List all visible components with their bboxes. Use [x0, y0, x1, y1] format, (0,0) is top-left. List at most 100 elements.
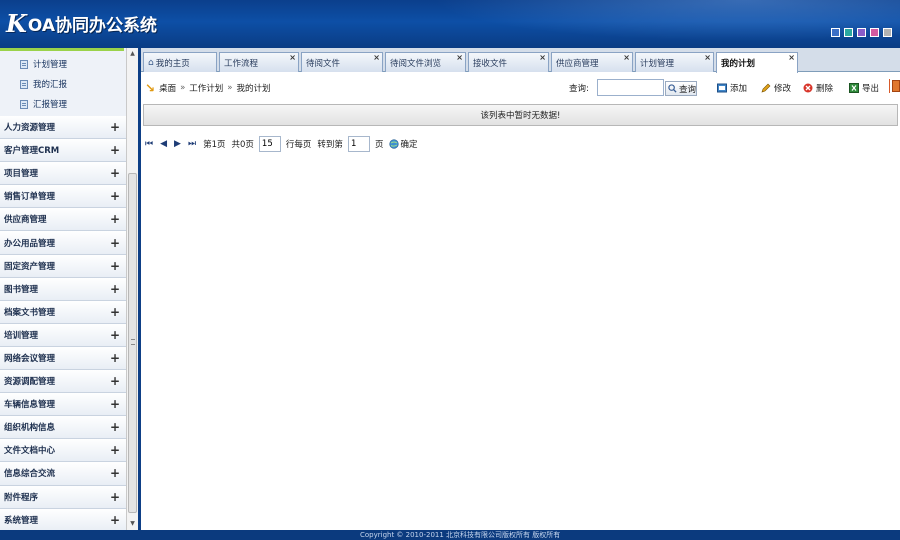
expand-plus-icon[interactable]: + [110, 329, 120, 341]
tab-close-icon[interactable]: × [373, 53, 380, 62]
sidebar-menu-item[interactable]: 销售订单管理 + [0, 185, 126, 209]
scrollbar-thumb[interactable] [128, 173, 137, 513]
tab[interactable]: 供应商管理 × [551, 52, 633, 72]
sidebar-menu-label: 文件文档中心 [4, 446, 56, 457]
confirm-goto-button[interactable]: 确定 [389, 138, 417, 150]
breadcrumb-separator: » [180, 83, 186, 93]
sidebar-menu-label: 系统管理 [4, 515, 39, 526]
sidebar-menu-item[interactable]: 车辆信息管理 + [0, 393, 126, 417]
document-icon [20, 99, 28, 109]
breadcrumb-arrow-icon: ↘ [145, 81, 156, 95]
sidebar-menu-item[interactable]: 信息综合交流 + [0, 462, 126, 486]
theme-swatch[interactable] [844, 28, 853, 37]
expand-plus-icon[interactable]: + [110, 444, 120, 456]
tab-close-icon[interactable]: × [788, 53, 795, 62]
sidebar-menu-item[interactable]: 档案文书管理 + [0, 300, 126, 324]
header-glow [380, 0, 900, 48]
pagination: ⏮ ◀ ▶ ⏭ 第1页 共0页 行每页 转到第 页 确定 [145, 135, 417, 153]
sidebar-menu-item[interactable]: 供应商管理 + [0, 208, 126, 232]
scroll-up-arrow-icon[interactable]: ▲ [127, 48, 138, 59]
sidebar-subitem[interactable]: 汇报管理 [0, 94, 124, 114]
tab[interactable]: 我的计划 × [716, 52, 798, 73]
expand-plus-icon[interactable]: + [110, 398, 120, 410]
sidebar-menu-item[interactable]: 图书管理 + [0, 277, 126, 301]
sidebar-scrollbar[interactable]: ▲ ▼ [126, 48, 138, 530]
search-button[interactable]: 查询 [665, 81, 697, 96]
first-page-icon[interactable]: ⏮ [145, 139, 153, 149]
delete-button[interactable]: 删除 [803, 82, 833, 94]
tab[interactable]: 待阅文件浏览 × [385, 52, 466, 72]
globe-icon [389, 139, 400, 149]
breadcrumb-item-desktop[interactable]: 桌面 [159, 82, 176, 94]
goto-page-input[interactable] [347, 136, 370, 152]
theme-swatch[interactable] [857, 28, 866, 37]
sidebar-menu-item[interactable]: 附件程序 + [0, 485, 126, 509]
prev-page-icon[interactable]: ◀ [160, 139, 167, 149]
sidebar-menu-label: 人力资源管理 [4, 123, 56, 134]
delete-button-label: 删除 [816, 84, 834, 94]
theme-swatch[interactable] [831, 28, 840, 37]
logo-k: K [6, 8, 27, 38]
rows-per-page-input[interactable] [258, 136, 281, 152]
sidebar-menu-item[interactable]: 文件文档中心 + [0, 439, 126, 463]
tab-close-icon[interactable]: × [704, 53, 711, 62]
toolbar-divider [889, 79, 890, 93]
search-label: 查询: [569, 84, 589, 94]
last-page-icon[interactable]: ⏭ [188, 139, 196, 149]
expand-plus-icon[interactable]: + [110, 375, 120, 387]
sidebar-menu-label: 固定资产管理 [4, 261, 56, 272]
add-button-label: 添加 [730, 84, 748, 94]
sidebar-menu-label: 培训管理 [4, 330, 39, 341]
sidebar-menu-item[interactable]: 人力资源管理 + [0, 116, 126, 140]
sidebar-menu-item[interactable]: 网络会议管理 + [0, 346, 126, 371]
breadcrumb-item-work-plan[interactable]: 工作计划 [189, 82, 223, 94]
expand-plus-icon[interactable]: + [110, 190, 120, 202]
sidebar-subitem-label: 我的汇报 [33, 80, 68, 90]
sidebar-menu-item[interactable]: 组织机构信息 + [0, 416, 126, 440]
scroll-down-arrow-icon[interactable]: ▼ [127, 518, 138, 529]
tab[interactable]: 待阅文件 × [301, 52, 383, 72]
expand-plus-icon[interactable]: + [110, 167, 120, 179]
sidebar-subitem[interactable]: 我的汇报 [0, 74, 124, 94]
expand-plus-icon[interactable]: + [110, 144, 120, 156]
sidebar-menu-item[interactable]: 项目管理 + [0, 162, 126, 186]
expand-plus-icon[interactable]: + [110, 352, 120, 364]
search-input[interactable] [597, 79, 664, 96]
expand-plus-icon[interactable]: + [110, 467, 120, 479]
next-page-icon[interactable]: ▶ [174, 139, 181, 149]
sidebar-menu-item[interactable]: 办公用品管理 + [0, 231, 126, 255]
sidebar-menu-item[interactable]: 培训管理 + [0, 323, 126, 347]
edit-button[interactable]: 修改 [761, 82, 791, 94]
sidebar-menu-item[interactable]: 系统管理 + [0, 508, 126, 532]
tab-close-icon[interactable]: × [623, 53, 630, 62]
expand-plus-icon[interactable]: + [110, 213, 120, 225]
expand-plus-icon[interactable]: + [110, 514, 120, 526]
sidebar-menu-item[interactable]: 固定资产管理 + [0, 254, 126, 278]
expand-plus-icon[interactable]: + [110, 237, 120, 249]
sidebar-menu-item[interactable]: 客户管理CRM + [0, 139, 126, 163]
tab-label: 我的主页 [155, 58, 190, 69]
expand-plus-icon[interactable]: + [110, 260, 120, 272]
tab[interactable]: 计划管理 × [635, 52, 714, 72]
current-page-label: 第1页 [203, 140, 226, 150]
sidebar-menu-item[interactable]: 资源调配管理 + [0, 370, 126, 394]
expand-plus-icon[interactable]: + [110, 491, 120, 503]
theme-swatch[interactable] [870, 28, 879, 37]
export-button[interactable]: 导出 [849, 82, 879, 94]
tab-close-icon[interactable]: × [289, 53, 296, 62]
theme-swatch[interactable] [883, 28, 892, 37]
expand-plus-icon[interactable]: + [110, 306, 120, 318]
copyright-text: Copyright © 2010-2011 北京科技有限公司版权所有 版权所有 [360, 531, 561, 539]
tab-close-icon[interactable]: × [456, 53, 463, 62]
tab[interactable]: ⌂ 我的主页 [143, 52, 217, 72]
expand-plus-icon[interactable]: + [110, 283, 120, 295]
expand-plus-icon[interactable]: + [110, 421, 120, 433]
sidebar-subitem[interactable]: 计划管理 [0, 54, 124, 74]
tab[interactable]: 接收文件 × [468, 52, 549, 72]
tab-label: 待阅文件浏览 [390, 58, 442, 69]
expand-plus-icon[interactable]: + [110, 121, 120, 133]
tab[interactable]: 工作流程 × [219, 52, 299, 72]
more-tools-icon[interactable] [892, 80, 900, 92]
add-button[interactable]: 添加 [717, 82, 747, 94]
tab-close-icon[interactable]: × [539, 53, 546, 62]
